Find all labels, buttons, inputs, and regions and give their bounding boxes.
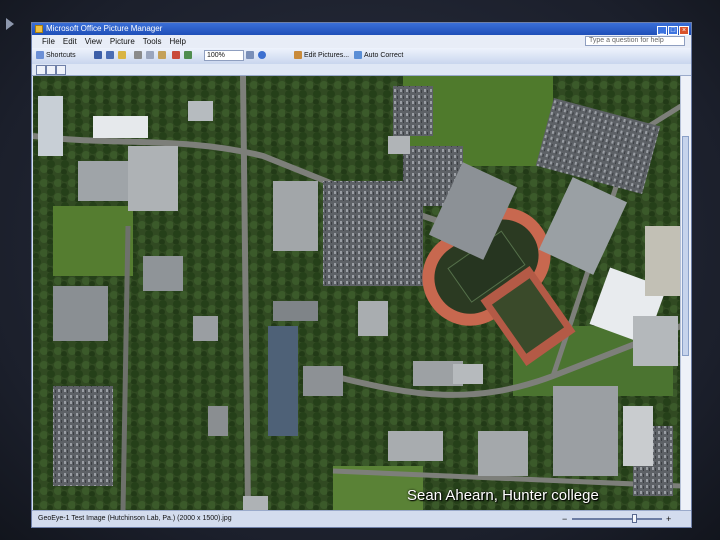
close-icon[interactable]: ×: [679, 26, 689, 35]
view-toolbar: [32, 64, 691, 76]
paste-icon[interactable]: [158, 50, 168, 62]
menu-tools[interactable]: Tools: [139, 35, 166, 48]
menu-view[interactable]: View: [81, 35, 106, 48]
picture-manager-window: Microsoft Office Picture Manager _ □ × Fil…: [31, 22, 692, 528]
shortcuts-button[interactable]: Shortcuts: [36, 50, 76, 62]
window-title: Microsoft Office Picture Manager: [46, 24, 163, 33]
zoom-out-icon[interactable]: −: [562, 511, 567, 527]
minimize-icon[interactable]: _: [657, 26, 667, 35]
email-icon[interactable]: [118, 50, 128, 62]
auto-correct-label: Auto Correct: [364, 52, 404, 59]
edit-pictures-icon: [294, 51, 302, 60]
zoom-slider-knob[interactable]: [632, 514, 637, 523]
rotate-left-icon[interactable]: [184, 50, 194, 62]
copy-icon[interactable]: [146, 50, 156, 62]
delete-icon[interactable]: [172, 50, 182, 62]
edit-pictures-label: Edit Pictures...: [304, 52, 350, 59]
menu-bar: File Edit View Picture Tools Help Type a ques…: [32, 35, 691, 48]
credit-caption: Sean Ahearn, Hunter college: [407, 487, 599, 504]
zoom-select[interactable]: 100%: [204, 50, 244, 61]
vertical-scrollbar[interactable]: [680, 76, 691, 511]
help-search-input[interactable]: Type a question for help: [585, 36, 685, 46]
maximize-icon[interactable]: □: [668, 26, 678, 35]
menu-edit[interactable]: Edit: [59, 35, 81, 48]
slide-bullet-arrow-icon: [6, 18, 14, 30]
single-view-icon[interactable]: [56, 65, 66, 75]
save-icon[interactable]: [94, 50, 104, 62]
aerial-photo: [33, 76, 681, 511]
edit-pictures-button[interactable]: Edit Pictures...: [294, 50, 349, 62]
status-file-name: GeoEye-1 Test Image (Hutchinson Lab, Pa.…: [38, 515, 232, 522]
thumbnail-view-icon[interactable]: [36, 65, 46, 75]
menu-picture[interactable]: Picture: [106, 35, 139, 48]
status-bar: GeoEye-1 Test Image (Hutchinson Lab, Pa.…: [32, 510, 691, 527]
shortcuts-icon: [36, 51, 44, 60]
cut-icon[interactable]: [134, 50, 144, 62]
menu-help[interactable]: Help: [165, 35, 189, 48]
zoom-slider[interactable]: [572, 514, 662, 523]
auto-correct-icon: [354, 51, 362, 60]
title-bar[interactable]: Microsoft Office Picture Manager _ □ ×: [32, 23, 691, 35]
app-icon: [35, 25, 43, 33]
zoom-dropdown-icon[interactable]: [246, 50, 256, 62]
shortcuts-label: Shortcuts: [46, 52, 76, 59]
zoom-in-icon[interactable]: +: [666, 511, 671, 527]
aerial-image-graphic: [33, 76, 681, 511]
standard-toolbar: Shortcuts 100% Edit Pictures... Auto Cor…: [32, 48, 691, 65]
help-icon[interactable]: [258, 50, 268, 62]
menu-file[interactable]: File: [38, 35, 59, 48]
save-all-icon[interactable]: [106, 50, 116, 62]
filmstrip-view-icon[interactable]: [46, 65, 56, 75]
auto-correct-button[interactable]: Auto Correct: [354, 50, 403, 62]
scrollbar-thumb[interactable]: [682, 136, 689, 356]
